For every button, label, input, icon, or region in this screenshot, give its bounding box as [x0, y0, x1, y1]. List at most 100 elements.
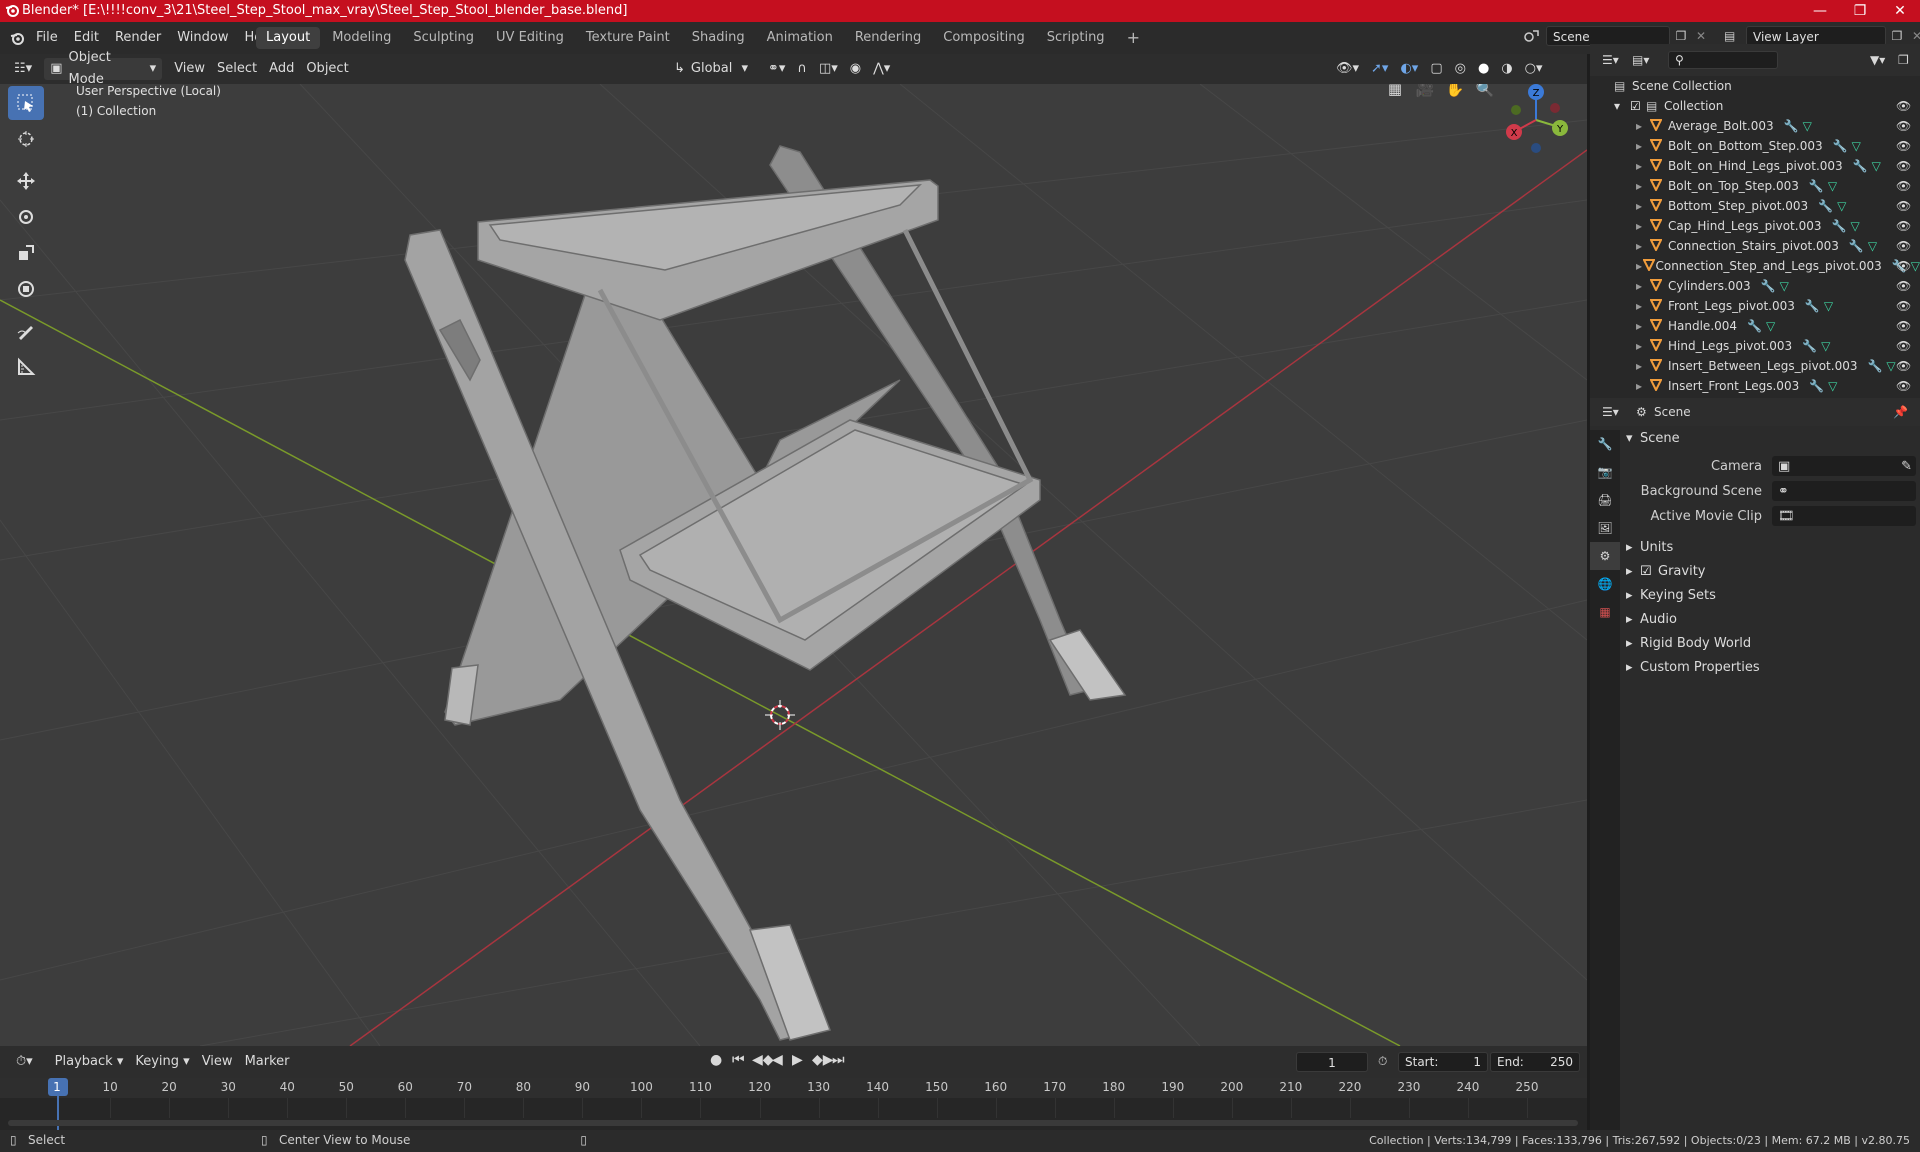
tab-shading[interactable]: Shading [682, 27, 755, 49]
expand-toggle-icon[interactable]: ▸ [1636, 179, 1650, 193]
pin-icon[interactable]: 📌 [1893, 405, 1908, 419]
minimize-button[interactable]: — [1800, 0, 1840, 22]
eyedropper-icon[interactable]: ✎ [1901, 459, 1912, 474]
measure-tool[interactable] [8, 350, 44, 384]
texture-tab-icon[interactable]: ▦ [1590, 598, 1620, 626]
custom-properties-panel[interactable]: ▸ Custom Properties [1620, 655, 1920, 679]
expand-toggle-icon[interactable]: ▸ [1636, 339, 1650, 353]
mesh-data-icon[interactable]: ▽ [1803, 119, 1812, 133]
tab-texture-paint[interactable]: Texture Paint [576, 27, 680, 49]
eye-icon[interactable]: 👁 [1896, 299, 1911, 313]
overlay-toggle-icon[interactable]: ◐▾ [1394, 58, 1424, 80]
tab-rendering[interactable]: Rendering [845, 27, 931, 49]
falloff-icon[interactable]: ⋀▾ [867, 58, 896, 80]
menu-view[interactable]: View [168, 58, 211, 80]
outliner-object-row[interactable]: ▸ Insert_Front_Legs.003 🔧 ▽ 👁 [1590, 376, 1920, 396]
eye-icon[interactable]: 👁 [1896, 259, 1911, 273]
rendered-shading-icon[interactable]: ○▾ [1519, 58, 1549, 80]
expand-toggle-icon[interactable]: ▸ [1636, 259, 1643, 273]
outliner-object-row[interactable]: ▸ Bolt_on_Bottom_Step.003 🔧 ▽ 👁 [1590, 136, 1920, 156]
wrench-icon[interactable]: 🔧 [1805, 299, 1820, 313]
jump-end-icon[interactable]: ⏭ [832, 1052, 852, 1068]
wrench-icon[interactable]: 🔧 [1833, 139, 1848, 153]
expand-toggle-icon[interactable]: ▸ [1636, 139, 1650, 153]
view-layer-tab-icon[interactable]: 🖼 [1590, 514, 1620, 542]
stopwatch-icon[interactable]: ⏱ [1378, 1054, 1387, 1069]
eye-icon[interactable]: 👁 [1896, 219, 1911, 233]
scene-tab-icon[interactable]: ⚙ [1590, 542, 1620, 570]
eye-icon[interactable]: 👁 [1896, 359, 1911, 373]
tab-sculpting[interactable]: Sculpting [403, 27, 484, 49]
current-frame-field[interactable]: 1 [1296, 1052, 1368, 1072]
scale-tool[interactable] [8, 236, 44, 270]
pan-hand-icon[interactable]: ✋ [1440, 84, 1470, 98]
collection-visibility-icon[interactable]: 👁 [1896, 99, 1911, 113]
outliner-object-row[interactable]: ▸ Front_Legs_pivot.003 🔧 ▽ 👁 [1590, 296, 1920, 316]
mesh-data-icon[interactable]: ▽ [1828, 379, 1837, 393]
xray-icon[interactable]: ▢ [1424, 58, 1448, 80]
delete-view-layer-icon[interactable]: ✕ [1908, 29, 1920, 43]
mesh-data-icon[interactable]: ▽ [1780, 279, 1789, 293]
eye-icon[interactable]: 👁 [1896, 119, 1911, 133]
jump-keyframe-forward-icon[interactable]: ◆▶ [812, 1052, 834, 1068]
select-box-tool[interactable] [8, 86, 44, 120]
move-tool[interactable] [8, 164, 44, 198]
menu-file[interactable]: File [28, 27, 66, 49]
menu-edit[interactable]: Edit [66, 27, 107, 49]
eye-icon[interactable]: 👁 [1896, 379, 1911, 393]
background-scene-field[interactable]: ⚭ [1772, 481, 1916, 501]
eye-icon[interactable]: 👁 [1896, 199, 1911, 213]
timeline-area[interactable]: 1 10 20 30 40 50 60 70 80 90 100 110 120 130 140 150 160… [0, 1078, 1587, 1134]
mesh-data-icon[interactable]: ▽ [1766, 319, 1775, 333]
mesh-data-icon[interactable]: ▽ [1872, 159, 1881, 173]
eye-icon[interactable]: 👁 [1896, 339, 1911, 353]
close-window-button[interactable]: ✕ [1880, 0, 1920, 22]
filter-icon[interactable]: ▼▾ [1870, 53, 1898, 67]
blender-menu-icon[interactable] [6, 27, 28, 49]
solid-shading-icon[interactable]: ● [1472, 58, 1495, 80]
menu-select[interactable]: Select [211, 58, 263, 80]
properties-editor-type-icon[interactable]: ☰▾ [1602, 405, 1636, 419]
expand-toggle-icon[interactable]: ▸ [1636, 119, 1650, 133]
wrench-icon[interactable]: 🔧 [1784, 119, 1799, 133]
outliner-object-row[interactable]: ▸ Bolt_on_Top_Step.003 🔧 ▽ 👁 [1590, 176, 1920, 196]
end-frame-field[interactable]: End: 250 [1490, 1052, 1580, 1072]
outliner-object-row[interactable]: ▸ Connection_Stairs_pivot.003 🔧 ▽ 👁 [1590, 236, 1920, 256]
eye-icon[interactable]: 👁 [1896, 279, 1911, 293]
start-frame-field[interactable]: Start: 1 [1398, 1052, 1488, 1072]
eye-icon[interactable]: 👁 [1896, 179, 1911, 193]
snap-icon[interactable]: ∩ [791, 58, 813, 80]
wrench-icon[interactable]: 🔧 [1849, 239, 1864, 253]
mesh-data-icon[interactable]: ▽ [1886, 359, 1895, 373]
units-panel[interactable]: ▸ Units [1620, 535, 1920, 559]
record-icon[interactable]: ● [710, 1052, 732, 1068]
outliner-object-row[interactable]: ▸ Bolt_on_Hind_Legs_pivot.003 🔧 ▽ 👁 [1590, 156, 1920, 176]
expand-toggle-icon[interactable]: ▸ [1636, 299, 1650, 313]
tab-uv-editing[interactable]: UV Editing [486, 27, 574, 49]
display-mode-icon[interactable]: ▤▾ [1632, 53, 1668, 67]
output-tab-icon[interactable]: 🖨 [1590, 486, 1620, 514]
3d-viewport[interactable]: User Perspective (Local) (1) Collection … [0, 84, 1587, 1046]
scene-collection-row[interactable]: ▤ Scene Collection [1590, 76, 1920, 96]
mesh-data-icon[interactable]: ▽ [1821, 339, 1830, 353]
camera-view-icon[interactable]: 🎥 [1410, 84, 1440, 98]
outliner-object-row[interactable]: ▸ Bottom_Step_pivot.003 🔧 ▽ 👁 [1590, 196, 1920, 216]
mode-dropdown[interactable]: ▣ Object Mode ▾ [44, 50, 163, 87]
eye-icon[interactable]: 👁 [1896, 239, 1911, 253]
add-workspace-icon[interactable]: + [1117, 27, 1150, 49]
play-icon[interactable]: ▶ [792, 1052, 812, 1068]
tool-tab-icon[interactable]: 🔧 [1590, 430, 1620, 458]
gizmo-toggle-icon[interactable]: ➚▾ [1365, 58, 1394, 80]
transform-orientation-dropdown[interactable]: ↳ Global ▾ [668, 58, 754, 80]
copy-view-layer-icon[interactable]: ❐ [1886, 29, 1908, 43]
menu-window[interactable]: Window [169, 27, 236, 49]
annotate-tool[interactable] [8, 314, 44, 348]
rotate-tool[interactable] [8, 200, 44, 234]
collection-row[interactable]: ▾ ☑ ▤ Collection 👁 [1590, 96, 1920, 116]
outliner-search-input[interactable]: ⚲ [1668, 51, 1778, 69]
expand-toggle-icon[interactable]: ▸ [1636, 159, 1650, 173]
timeline-scrollbar[interactable] [8, 1120, 1578, 1126]
timeline-editor-type-icon[interactable]: ⏱▾ [10, 1051, 39, 1073]
gravity-panel[interactable]: ▸ ☑ Gravity [1620, 559, 1920, 583]
snap-target-icon[interactable]: ◫▾ [813, 58, 844, 80]
